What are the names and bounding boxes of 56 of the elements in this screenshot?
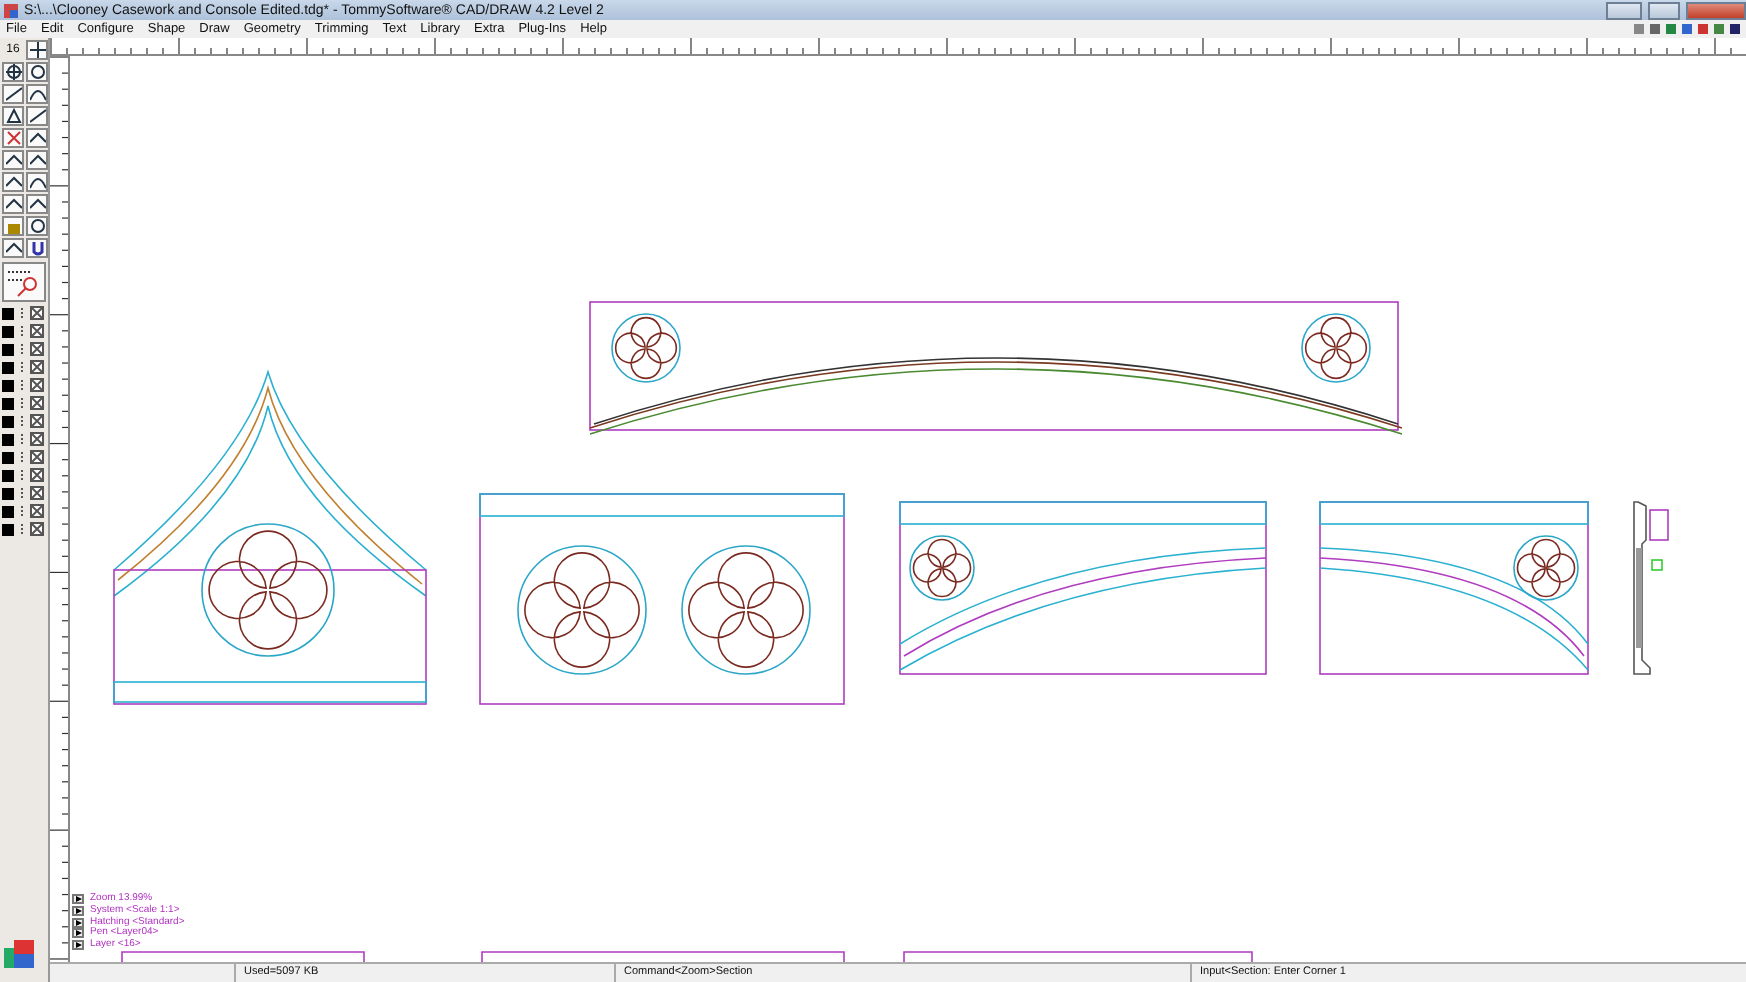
tool-button[interactable] bbox=[2, 238, 24, 258]
minimize-button[interactable] bbox=[1606, 1, 1642, 19]
x-icon bbox=[5, 130, 21, 146]
crosshair-icon bbox=[5, 64, 21, 80]
layer-toggle-icon[interactable] bbox=[30, 360, 44, 374]
circle-icon bbox=[29, 218, 45, 234]
layer-toggle-icon[interactable] bbox=[30, 468, 44, 482]
crosshair-icon bbox=[29, 42, 45, 58]
rosette-drawing bbox=[611, 313, 681, 383]
arc-icon bbox=[29, 86, 45, 102]
tool-button[interactable] bbox=[26, 238, 48, 258]
rosette-drawing bbox=[1301, 313, 1371, 383]
snap-button[interactable] bbox=[26, 40, 48, 60]
layer-toggle-icon[interactable] bbox=[30, 342, 44, 356]
layer-toggle-icon[interactable] bbox=[30, 522, 44, 536]
layer-toggle-icon[interactable] bbox=[30, 486, 44, 500]
tool-button[interactable] bbox=[26, 106, 48, 126]
rosette-drawing bbox=[517, 545, 647, 675]
tool-button[interactable] bbox=[26, 84, 48, 104]
layer-toggle-icon[interactable] bbox=[30, 414, 44, 428]
rosette-drawing bbox=[909, 535, 975, 601]
lock-icon bbox=[5, 218, 21, 234]
magnifier-icon bbox=[6, 266, 42, 298]
tool-button[interactable] bbox=[26, 172, 48, 192]
layer-toggle-icon[interactable] bbox=[30, 450, 44, 464]
tool-button[interactable] bbox=[2, 106, 24, 126]
tool-button[interactable] bbox=[26, 62, 48, 82]
app-logo-icon bbox=[4, 940, 36, 968]
chevron-icon bbox=[5, 240, 21, 256]
tool-button[interactable] bbox=[2, 84, 24, 104]
tool-button[interactable] bbox=[2, 194, 24, 214]
rosette-drawing bbox=[201, 523, 335, 657]
layer-toggle-icon[interactable] bbox=[30, 396, 44, 410]
layer-toggle-icon[interactable] bbox=[30, 324, 44, 338]
triangle-icon bbox=[5, 108, 21, 124]
tool-button[interactable] bbox=[2, 62, 24, 82]
layer-toggle-icon[interactable] bbox=[30, 504, 44, 518]
rosette-drawing bbox=[681, 545, 811, 675]
tool-button[interactable] bbox=[26, 150, 48, 170]
app-icon bbox=[4, 3, 18, 17]
layer-toggle-icon[interactable] bbox=[30, 306, 44, 320]
rosette-drawing bbox=[1513, 535, 1579, 601]
tool-button[interactable] bbox=[26, 194, 48, 214]
layer-toggle-icon[interactable] bbox=[30, 432, 44, 446]
tool-button[interactable] bbox=[26, 216, 48, 236]
tool-button[interactable] bbox=[2, 172, 24, 192]
zoom-button[interactable] bbox=[2, 262, 46, 302]
line-icon bbox=[5, 86, 21, 102]
circle-icon bbox=[29, 64, 45, 80]
arc-icon bbox=[29, 174, 45, 190]
tool-button[interactable] bbox=[26, 128, 48, 148]
tool-button[interactable] bbox=[2, 150, 24, 170]
line-icon bbox=[29, 108, 45, 124]
maximize-button[interactable] bbox=[1648, 1, 1680, 19]
magnet-icon bbox=[29, 240, 45, 256]
layer-toggle-icon[interactable] bbox=[30, 378, 44, 392]
